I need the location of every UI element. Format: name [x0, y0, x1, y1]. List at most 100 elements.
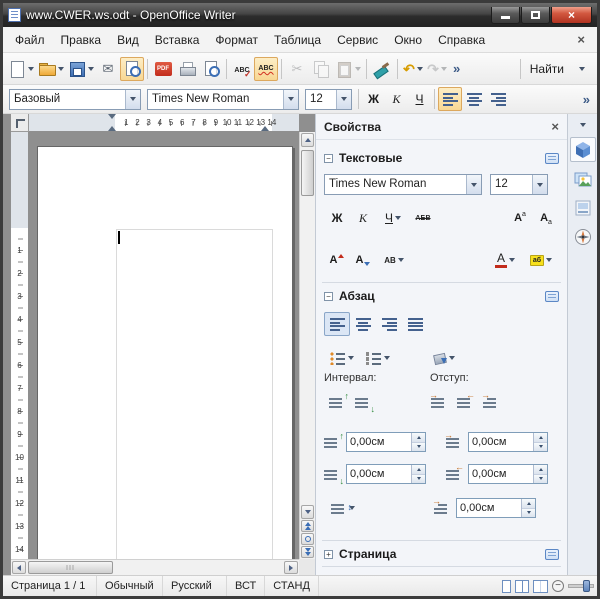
toolbar-overflow-icon[interactable]: »	[579, 92, 594, 107]
book-view-button[interactable]	[533, 580, 548, 593]
find-toolbar-label[interactable]: Найти	[524, 62, 570, 76]
character-spacing-button[interactable]: АВ	[376, 248, 412, 272]
horizontal-scrollbar[interactable]	[11, 559, 299, 575]
bold-button[interactable]: Ж	[362, 88, 385, 110]
vertical-scroll-thumb[interactable]	[301, 150, 314, 196]
minimize-button[interactable]	[491, 7, 520, 24]
sidebar-font-name-combo[interactable]: Times New Roman	[324, 174, 482, 195]
combo-dropdown-button[interactable]	[125, 90, 140, 109]
undo-button[interactable]: ↶	[401, 57, 425, 81]
menu-format[interactable]: Формат	[207, 29, 266, 51]
edit-file-button[interactable]	[120, 57, 144, 81]
bullet-list-button[interactable]	[324, 346, 360, 370]
decrease-font-size-button[interactable]: А	[350, 248, 376, 272]
page-more-options-button[interactable]	[545, 549, 559, 560]
redo-button[interactable]: ↷	[425, 57, 449, 81]
toolbar-overflow-icon[interactable]: »	[449, 61, 464, 76]
menu-help[interactable]: Справка	[430, 29, 493, 51]
paste-button[interactable]	[333, 57, 363, 81]
paragraph-more-options-button[interactable]	[545, 291, 559, 302]
vertical-ruler[interactable]: 1234567891011121314	[11, 132, 29, 559]
tab-properties[interactable]	[570, 137, 596, 162]
sidebar-align-right-button[interactable]	[376, 312, 402, 336]
titlebar[interactable]: www.CWER.ws.odt - OpenOffice Writer ×	[3, 3, 597, 27]
decrease-indent-button[interactable]	[452, 390, 478, 414]
expand-icon[interactable]: +	[324, 550, 333, 559]
underline-button[interactable]: Ч	[408, 88, 431, 110]
decrease-spacing-button[interactable]	[350, 390, 376, 414]
save-button[interactable]	[66, 57, 96, 81]
previous-page-button[interactable]	[301, 520, 314, 532]
sidebar-italic-button[interactable]: К	[350, 206, 376, 230]
combo-dropdown-button[interactable]	[283, 90, 298, 109]
after-text-indent-field[interactable]: 0,00см	[468, 464, 548, 484]
vertical-scrollbar[interactable]	[299, 132, 315, 559]
scroll-right-button[interactable]	[284, 561, 298, 574]
menu-insert[interactable]: Вставка	[147, 29, 208, 51]
find-dropdown-button[interactable]	[570, 57, 594, 81]
status-language[interactable]: Русский	[163, 576, 227, 596]
spin-down-button[interactable]	[412, 475, 425, 484]
close-button[interactable]: ×	[551, 7, 592, 24]
first-line-indent-field[interactable]: 0,00см	[456, 498, 536, 518]
menu-tools[interactable]: Сервис	[329, 29, 386, 51]
character-section-header[interactable]: − Текстовые	[316, 148, 567, 168]
paragraph-background-button[interactable]	[426, 346, 462, 370]
sidebar-align-center-button[interactable]	[350, 312, 376, 336]
menu-file[interactable]: Файл	[7, 29, 53, 51]
zoom-out-button[interactable]: −	[552, 580, 564, 592]
spin-up-button[interactable]	[522, 499, 535, 509]
navigation-target-button[interactable]	[301, 533, 314, 545]
strikethrough-button[interactable]: АБВ	[410, 206, 436, 230]
collapse-icon[interactable]: −	[324, 154, 333, 163]
paragraph-section-header[interactable]: − Абзац	[316, 286, 567, 306]
scroll-left-button[interactable]	[12, 561, 26, 574]
before-text-indent-field[interactable]: 0,00см	[468, 432, 548, 452]
clone-formatting-button[interactable]	[370, 57, 394, 81]
document-viewport[interactable]	[29, 132, 299, 559]
spin-up-button[interactable]	[412, 465, 425, 475]
email-button[interactable]: ✉	[96, 57, 120, 81]
copy-button[interactable]	[309, 57, 333, 81]
increase-font-size-button[interactable]: А	[324, 248, 350, 272]
below-paragraph-spacing-field[interactable]: 0,00см	[346, 464, 426, 484]
print-button[interactable]	[175, 57, 199, 81]
increase-spacing-button[interactable]	[324, 390, 350, 414]
scroll-down-button[interactable]	[301, 505, 314, 519]
page-section-header[interactable]: + Страница	[316, 544, 567, 564]
multi-page-view-button[interactable]	[515, 580, 529, 593]
spin-down-button[interactable]	[534, 443, 547, 452]
align-center-button[interactable]	[462, 87, 486, 111]
status-page[interactable]: Страница 1 / 1	[3, 576, 97, 596]
font-size-combo[interactable]: 12	[305, 89, 352, 110]
status-page-style[interactable]: Обычный	[97, 576, 163, 596]
sidebar-bold-button[interactable]: Ж	[324, 206, 350, 230]
highlight-color-button[interactable]: аб	[523, 248, 559, 272]
scroll-up-button[interactable]	[301, 133, 314, 147]
export-pdf-button[interactable]: PDF	[151, 57, 175, 81]
subscript-button[interactable]: Аа	[533, 206, 559, 230]
document-close-icon[interactable]: ×	[569, 32, 593, 47]
next-page-button[interactable]	[301, 546, 314, 558]
sidebar-align-left-button[interactable]	[324, 312, 350, 336]
spellcheck-button[interactable]: ABC✓	[230, 57, 254, 81]
numbered-list-button[interactable]	[360, 346, 396, 370]
combo-dropdown-button[interactable]	[532, 175, 547, 194]
spin-down-button[interactable]	[522, 509, 535, 518]
character-more-options-button[interactable]	[545, 153, 559, 164]
left-indent-marker[interactable]	[108, 126, 116, 131]
maximize-button[interactable]	[521, 7, 550, 24]
font-color-button[interactable]: А	[487, 248, 523, 272]
first-line-indent-marker[interactable]	[108, 114, 116, 119]
page-preview-button[interactable]	[199, 57, 223, 81]
collapse-icon[interactable]: −	[324, 292, 333, 301]
italic-button[interactable]: К	[385, 88, 408, 110]
increase-indent-button[interactable]	[426, 390, 452, 414]
sidebar-menu-button[interactable]	[574, 119, 592, 131]
spin-up-button[interactable]	[412, 433, 425, 443]
status-insert-mode[interactable]: ВСТ	[227, 576, 265, 596]
right-indent-marker[interactable]	[261, 126, 269, 131]
horizontal-ruler[interactable]: 1234567891011121314	[29, 114, 299, 132]
spin-up-button[interactable]	[534, 465, 547, 475]
tab-gallery[interactable]	[570, 166, 596, 191]
